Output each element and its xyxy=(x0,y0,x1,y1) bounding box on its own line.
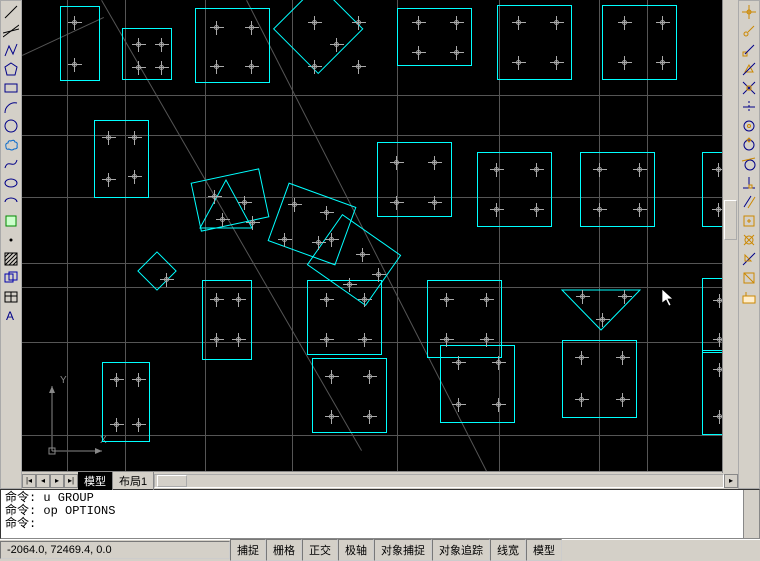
scroll-right-btn[interactable]: ▸ xyxy=(724,474,738,488)
status-toggle-4[interactable]: 对象捕捉 xyxy=(374,539,432,561)
midpoint-icon[interactable] xyxy=(740,60,758,78)
endpoint-icon[interactable] xyxy=(740,41,758,59)
status-toggle-6[interactable]: 线宽 xyxy=(490,539,526,561)
tab-nav-first[interactable]: |◂ xyxy=(22,474,36,488)
vertical-scrollbar[interactable] xyxy=(722,0,738,473)
svg-text:A: A xyxy=(6,309,14,323)
snap-from-icon[interactable] xyxy=(740,22,758,40)
coords-readout: -2064.0, 72469.4, 0.0 xyxy=(0,541,230,559)
quadrant-icon[interactable] xyxy=(740,136,758,154)
draw-toolbar: A xyxy=(0,0,22,489)
osnap-settings-icon[interactable] xyxy=(740,288,758,306)
spline-tool[interactable] xyxy=(2,155,20,173)
tab-nav-next[interactable]: ▸ xyxy=(50,474,64,488)
cursor-icon xyxy=(662,289,676,307)
temp-track-icon[interactable] xyxy=(740,3,758,21)
ellipse-tool[interactable] xyxy=(2,174,20,192)
center-icon[interactable] xyxy=(740,117,758,135)
command-scrollbar[interactable] xyxy=(743,490,759,538)
drawing-canvas[interactable]: Y X xyxy=(22,0,738,471)
pline-tool[interactable] xyxy=(2,41,20,59)
status-toggle-1[interactable]: 栅格 xyxy=(266,539,302,561)
status-toggle-7[interactable]: 模型 xyxy=(526,539,562,561)
command-line[interactable]: 命令: u GROUP 命令: op OPTIONS 命令: xyxy=(1,490,743,538)
tab-nav-prev[interactable]: ◂ xyxy=(36,474,50,488)
circle-tool[interactable] xyxy=(2,117,20,135)
status-toggle-5[interactable]: 对象追踪 xyxy=(432,539,490,561)
node-icon[interactable] xyxy=(740,231,758,249)
hatch-tool[interactable] xyxy=(2,250,20,268)
status-toggle-0[interactable]: 捕捉 xyxy=(230,539,266,561)
status-bar: -2064.0, 72469.4, 0.0 捕捉栅格正交极轴对象捕捉对象追踪线宽… xyxy=(0,539,760,559)
nearest-icon[interactable] xyxy=(740,250,758,268)
region-tool[interactable] xyxy=(2,269,20,287)
rect-tool[interactable] xyxy=(2,79,20,97)
table-tool[interactable] xyxy=(2,288,20,306)
insert-icon[interactable] xyxy=(740,212,758,230)
tab-layout1[interactable]: 布局1 xyxy=(113,472,154,490)
osnap-toolbar xyxy=(738,0,760,489)
parallel-icon[interactable] xyxy=(740,193,758,211)
polygon-tool[interactable] xyxy=(2,60,20,78)
arc-tool[interactable] xyxy=(2,98,20,116)
extend-icon[interactable] xyxy=(740,98,758,116)
status-toggle-3[interactable]: 极轴 xyxy=(338,539,374,561)
revcloud-tool[interactable] xyxy=(2,136,20,154)
point-tool[interactable] xyxy=(2,231,20,249)
none-icon[interactable] xyxy=(740,269,758,287)
command-panel: 命令: u GROUP 命令: op OPTIONS 命令: xyxy=(0,489,760,539)
horizontal-scrollbar[interactable] xyxy=(154,474,724,488)
line-tool[interactable] xyxy=(2,3,20,21)
tangent-icon[interactable] xyxy=(740,155,758,173)
tab-nav-last[interactable]: ▸| xyxy=(64,474,78,488)
ellipse-arc-tool[interactable] xyxy=(2,193,20,211)
xline-tool[interactable] xyxy=(2,22,20,40)
mtext-tool[interactable]: A xyxy=(2,307,20,325)
block-tool[interactable] xyxy=(2,212,20,230)
drawing-area-wrap: Y X |◂ ◂ ▸ ▸| 模型 布局1 ▸ xyxy=(22,0,738,489)
svg-text:Y: Y xyxy=(60,375,67,386)
intersect-icon[interactable] xyxy=(740,79,758,97)
status-toggle-2[interactable]: 正交 xyxy=(302,539,338,561)
model-tab-bar: |◂ ◂ ▸ ▸| 模型 布局1 ▸ xyxy=(22,471,738,489)
tab-model[interactable]: 模型 xyxy=(78,472,113,490)
perp-icon[interactable] xyxy=(740,174,758,192)
